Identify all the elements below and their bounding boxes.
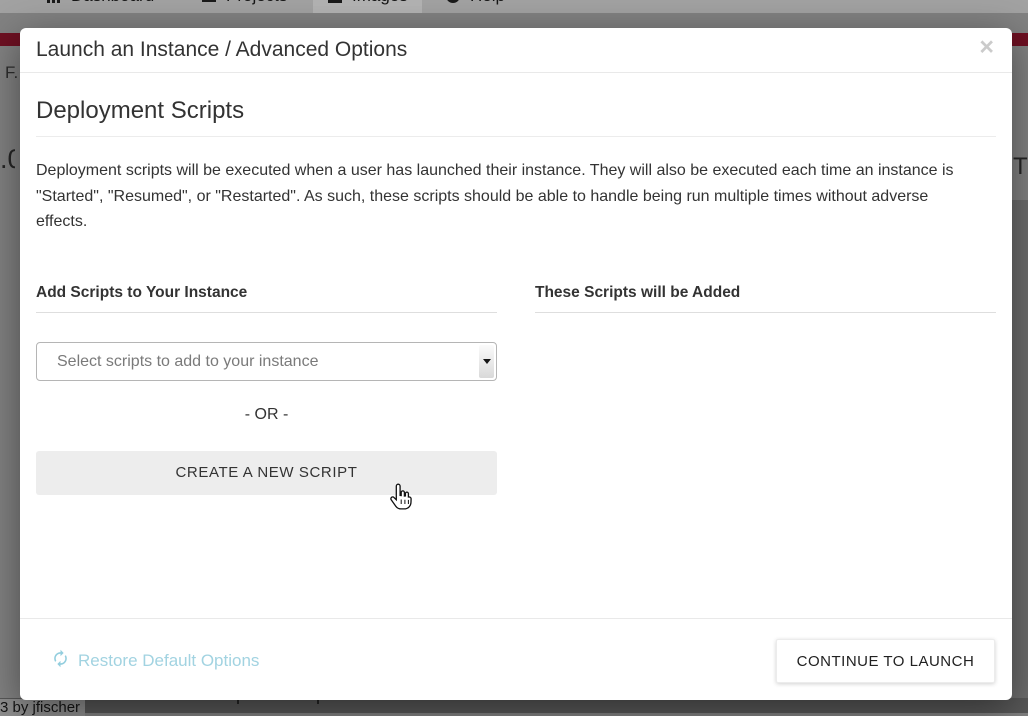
modal-body: Deployment Scripts Deployment scripts wi… xyxy=(20,97,1012,495)
modal-header: Launch an Instance / Advanced Options × xyxy=(20,28,1012,73)
clipped-background-text: F. xyxy=(5,63,18,83)
or-separator: - OR - xyxy=(36,406,497,424)
modal-footer: Restore Default Options CONTINUE TO LAUN… xyxy=(20,618,1012,700)
section-description: Deployment scripts will be executed when… xyxy=(36,158,968,235)
clipped-background-text: TO xyxy=(1013,153,1028,181)
background-panel xyxy=(1012,200,1028,713)
svg-text:?: ? xyxy=(450,0,456,2)
section-heading: Deployment Scripts xyxy=(36,97,996,137)
continue-to-launch-button[interactable]: CONTINUE TO LAUNCH xyxy=(776,639,995,683)
nav-item-images[interactable]: Images xyxy=(313,0,422,13)
nav-item-dashboard[interactable]: Dashboard xyxy=(46,0,154,13)
nav-label: Projects xyxy=(226,0,287,6)
restore-defaults-button[interactable]: Restore Default Options xyxy=(51,649,259,673)
add-scripts-column: Add Scripts to Your Instance Select scri… xyxy=(36,284,497,495)
clipped-background-text: .0 xyxy=(0,144,15,175)
nav-label: Dashboard xyxy=(71,0,154,6)
advanced-options-modal: Launch an Instance / Advanced Options × … xyxy=(20,28,1012,700)
bar-chart-icon xyxy=(46,0,62,4)
nav-label: Help xyxy=(470,0,505,6)
help-circle-icon: ? xyxy=(445,0,461,4)
nav-item-help[interactable]: ? Help xyxy=(445,0,505,13)
chevron-down-icon xyxy=(479,345,494,378)
image-icon xyxy=(327,0,343,4)
script-select-placeholder: Select scripts to add to your instance xyxy=(57,343,318,380)
add-scripts-heading: Add Scripts to Your Instance xyxy=(36,284,497,313)
background-footer-band xyxy=(0,698,1028,713)
top-nav: Dashboard Projects Images ? Help xyxy=(0,0,1028,13)
script-select[interactable]: Select scripts to add to your instance xyxy=(36,342,497,381)
modal-title: Launch an Instance / Advanced Options xyxy=(36,38,407,62)
folder-icon xyxy=(201,0,217,4)
added-scripts-heading: These Scripts will be Added xyxy=(535,284,996,313)
create-script-button[interactable]: CREATE A NEW SCRIPT xyxy=(36,451,497,495)
nav-item-projects[interactable]: Projects xyxy=(201,0,287,13)
background-footer-text: 3 by jfischer xyxy=(0,699,85,716)
close-icon[interactable]: × xyxy=(975,30,998,65)
restore-defaults-label: Restore Default Options xyxy=(78,651,259,671)
scripts-columns: Add Scripts to Your Instance Select scri… xyxy=(36,284,996,495)
refresh-icon xyxy=(51,649,70,673)
nav-label: Images xyxy=(352,0,408,6)
added-scripts-column: These Scripts will be Added xyxy=(535,284,996,495)
